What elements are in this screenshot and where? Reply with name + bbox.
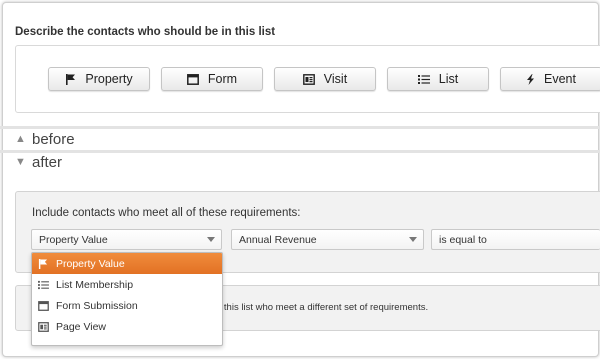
chevron-down-icon <box>409 237 417 242</box>
dropdown-item-label: Property Value <box>56 257 125 270</box>
operator-select-value: is equal to <box>439 233 487 246</box>
before-label: before <box>32 130 75 148</box>
property-button[interactable]: Property <box>48 67 150 91</box>
form-icon <box>38 300 50 311</box>
list-icon <box>417 74 430 85</box>
page-icon <box>302 73 315 85</box>
triangle-up-icon: ▲ <box>15 133 26 145</box>
visit-button-label: Visit <box>323 72 348 86</box>
after-toggle[interactable]: ▼ after <box>0 152 600 172</box>
form-button[interactable]: Form <box>161 67 263 91</box>
requirements-text: Include contacts who meet all of these r… <box>32 207 301 219</box>
before-toggle[interactable]: ▲ before <box>0 129 600 149</box>
property-select-value: Annual Revenue <box>239 233 317 246</box>
list-icon <box>38 280 50 290</box>
second-requirements-text: o this list who meet a different set of … <box>216 302 429 313</box>
form-button-label: Form <box>207 72 238 86</box>
event-button-label: Event <box>544 72 576 86</box>
flag-icon <box>38 258 50 269</box>
dropdown-item-label: Page View <box>56 320 107 333</box>
dropdown-item-label: Form Submission <box>56 299 138 312</box>
after-label: after <box>32 153 63 171</box>
chevron-down-icon <box>207 237 215 242</box>
property-select[interactable]: Annual Revenue <box>231 229 424 250</box>
property-button-label: Property <box>85 72 133 86</box>
visit-button[interactable]: Visit <box>274 67 376 91</box>
dropdown-item-list-membership[interactable]: List Membership <box>32 274 222 295</box>
filter-type-select[interactable]: Property Value <box>31 229 222 250</box>
dropdown-item-label: List Membership <box>56 278 134 291</box>
filter-type-select-value: Property Value <box>39 233 108 246</box>
form-icon <box>186 73 199 85</box>
operator-select[interactable]: is equal to <box>431 229 600 250</box>
lightning-icon <box>526 73 535 85</box>
dropdown-item-page-view[interactable]: Page View <box>32 316 222 337</box>
filter-type-dropdown: Property Value List Membership Form Subm… <box>31 252 223 346</box>
section-title: Describe the contacts who should be in t… <box>15 26 276 38</box>
dropdown-item-property-value[interactable]: Property Value <box>32 253 222 274</box>
dropdown-item-form-submission[interactable]: Form Submission <box>32 295 222 316</box>
list-button-label: List <box>438 72 459 86</box>
flag-icon <box>65 73 76 85</box>
triangle-down-icon: ▼ <box>15 156 26 168</box>
list-button[interactable]: List <box>387 67 489 91</box>
event-button[interactable]: Event <box>500 67 600 91</box>
page-icon <box>38 321 50 332</box>
